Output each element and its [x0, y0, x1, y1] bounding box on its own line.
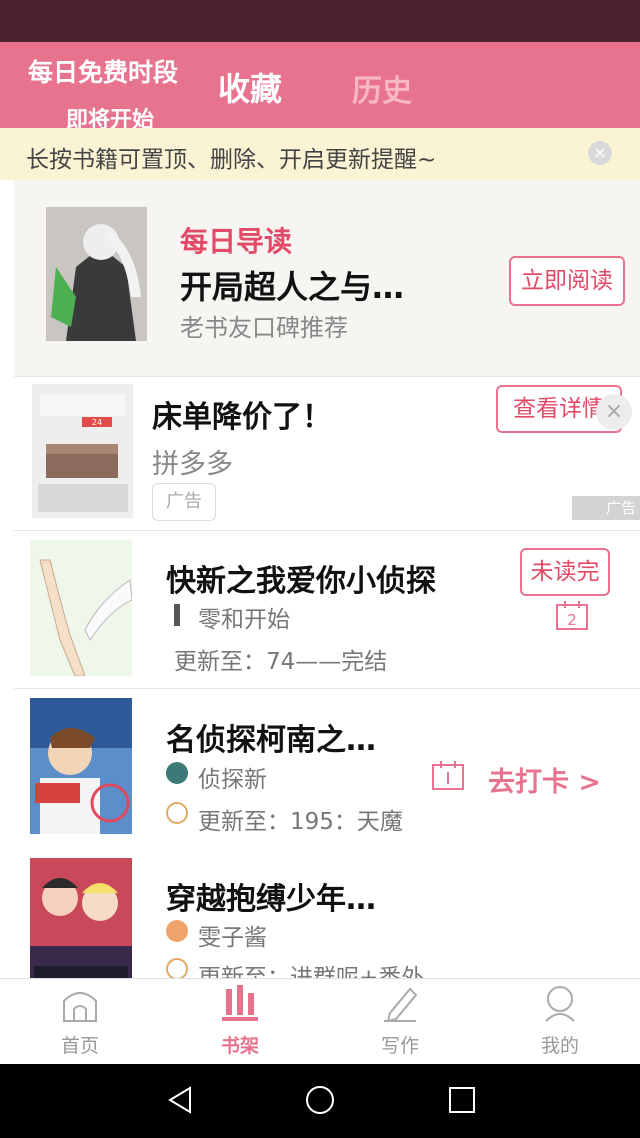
book-author: 雯子酱: [198, 925, 267, 951]
nav-home-label: 首页: [60, 1035, 99, 1057]
daily-guide-tag: 每日导读: [180, 225, 293, 258]
home-circle-icon[interactable]: [304, 1084, 336, 1116]
calendar-icon[interactable]: 2: [556, 600, 588, 630]
ad-banner-price: 24: [92, 418, 102, 427]
system-nav-bar: [0, 1064, 640, 1138]
book-author: 侦探新: [198, 767, 267, 793]
book-cover[interactable]: [30, 540, 132, 676]
divider: [14, 530, 640, 531]
nav-write-label: 写作: [380, 1035, 419, 1057]
book-author: 零和开始: [198, 607, 290, 633]
nav-write[interactable]: 写作: [350, 983, 450, 1058]
tab-history[interactable]: 历史: [352, 66, 412, 110]
daily-guide-title[interactable]: 开局超人之与…: [180, 262, 404, 308]
bookshelf-icon: [222, 985, 258, 1021]
book-cover[interactable]: [30, 698, 132, 834]
nav-home[interactable]: 首页: [30, 983, 130, 1058]
divider: [14, 688, 640, 689]
book-update: 更新至：195：天魔: [198, 809, 403, 835]
status-bar: [0, 0, 640, 42]
book-cover[interactable]: [30, 858, 132, 994]
home-icon: [63, 992, 97, 1022]
author-avatar: [166, 762, 188, 784]
ad-title[interactable]: 床单降价了！: [152, 392, 332, 436]
book-title[interactable]: 快新之我爱你小侦探: [166, 556, 436, 600]
nav-profile-label: 我的: [540, 1035, 579, 1057]
nav-profile[interactable]: 我的: [510, 983, 610, 1058]
tab-collection[interactable]: 收藏: [218, 64, 282, 110]
ad-label: 广告: [152, 483, 216, 521]
book-title[interactable]: 名侦探柯南之…: [166, 715, 376, 759]
checkin-link[interactable]: 去打卡 >: [488, 760, 601, 799]
book-title[interactable]: 穿越抱缚少年…: [166, 874, 376, 918]
ad-image[interactable]: 24: [32, 384, 133, 518]
divider: [14, 376, 640, 377]
ad-corner-mark: 广告: [572, 496, 640, 520]
back-icon[interactable]: [164, 1084, 196, 1116]
nav-bookshelf[interactable]: 书架: [190, 983, 290, 1058]
unread-button[interactable]: 未读完: [520, 548, 610, 596]
author-avatar: [166, 920, 188, 942]
update-clock-icon: [166, 958, 188, 980]
checkin-calendar-icon[interactable]: [432, 760, 464, 790]
author-icon: [174, 604, 180, 626]
free-period-banner[interactable]: 每日免费时段: [28, 58, 178, 88]
pencil-icon: [384, 987, 418, 1023]
recents-icon[interactable]: [446, 1084, 478, 1116]
ad-advertiser: 拼多多: [152, 449, 233, 480]
read-now-button[interactable]: 立即阅读: [509, 256, 625, 306]
daily-guide-subtitle: 老书友口碑推荐: [180, 314, 348, 342]
nav-bookshelf-label: 书架: [220, 1035, 259, 1057]
daily-guide-cover[interactable]: [46, 207, 147, 341]
profile-icon: [545, 986, 575, 1022]
book-update: 更新至：74——完结: [174, 649, 388, 675]
ad-close-icon[interactable]: ×: [596, 394, 632, 430]
tip-text: 长按书籍可置顶、删除、开启更新提醒~: [26, 147, 437, 173]
calendar-badge: 2: [567, 611, 577, 629]
update-clock-icon: [166, 802, 188, 824]
tip-close-icon[interactable]: ×: [588, 141, 612, 165]
